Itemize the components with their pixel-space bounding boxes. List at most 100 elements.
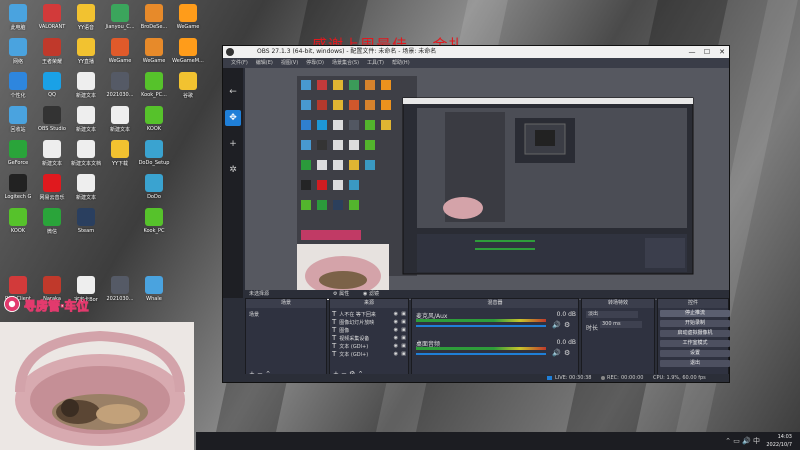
gear-icon[interactable]: ⚙	[564, 349, 570, 357]
menu-item[interactable]: 停靠(D)	[306, 58, 324, 68]
desktop-icon[interactable]: Kook_PC...	[136, 70, 172, 106]
desktop-icon[interactable]: BroDeSe...	[136, 2, 172, 38]
desktop-icon-label: DoDo	[147, 194, 161, 200]
desktop-icon[interactable]: 新建文本	[34, 138, 70, 174]
obs-window[interactable]: OBS 27.1.3 (64-bit, windows) - 配置文件: 未命名…	[222, 45, 730, 383]
desktop-icon[interactable]: 王者荣耀	[34, 36, 70, 72]
lock-icon[interactable]: ▣	[401, 334, 406, 342]
volume-slider[interactable]	[416, 353, 546, 355]
desktop-icon[interactable]: WeGame	[136, 36, 172, 72]
desktop-icon[interactable]: 个性化	[0, 70, 36, 106]
visibility-eye-icon[interactable]: ◉	[394, 318, 398, 326]
desktop-icon[interactable]: 新建文本	[102, 104, 138, 140]
control-button[interactable]: 启动虚拟摄像机	[660, 330, 730, 337]
desktop-icon-label: 2021030...	[106, 92, 134, 98]
add-icon[interactable]: +	[225, 136, 241, 152]
desktop-icon[interactable]: YY下载	[102, 138, 138, 174]
desktop-icon-label: Jianyou_C...	[105, 24, 135, 30]
scene-item[interactable]: 场景	[249, 311, 259, 318]
desktop-icon[interactable]: Whale	[136, 274, 172, 310]
minimize-icon[interactable]: —	[685, 46, 699, 58]
tray-clock[interactable]: 14:03 2022/10/7	[766, 433, 792, 449]
desktop-icon[interactable]: VALORANT	[34, 2, 70, 38]
menu-item[interactable]: 帮助(H)	[392, 58, 410, 68]
desktop-icon[interactable]: YY语音	[68, 2, 104, 38]
desktop-icon[interactable]: WeGame	[170, 2, 206, 38]
source-item[interactable]: T 图像幻灯片放映 ◉ ▣	[332, 318, 408, 326]
desktop-icon[interactable]: 新建文本	[68, 104, 104, 140]
desktop-icon[interactable]: KOOK	[136, 104, 172, 140]
desktop-icon[interactable]: DoDo_Setup	[136, 138, 172, 174]
maximize-icon[interactable]: ☐	[700, 46, 714, 58]
desktop-icon[interactable]: 新建文本文档	[68, 138, 104, 174]
source-item[interactable]: T 视频采集设备 ◉ ▣	[332, 334, 408, 342]
text-source-icon: T	[332, 342, 337, 350]
lock-icon[interactable]: ▣	[401, 326, 406, 334]
menu-item[interactable]: 文件(F)	[231, 58, 248, 68]
back-arrow-icon[interactable]: ←	[225, 84, 241, 100]
channel-db: 0.0 dB	[556, 339, 576, 346]
mixer-title: 混音器	[412, 299, 578, 308]
visibility-eye-icon[interactable]: ◉	[394, 334, 398, 342]
desktop-icon[interactable]: WeGameM...	[170, 36, 206, 72]
taskbar: ⌃ ▭ 🔊 中 14:03 2022/10/7	[196, 432, 800, 450]
control-button[interactable]: 退出	[660, 360, 730, 367]
preview-canvas[interactable]	[245, 68, 729, 300]
menu-item[interactable]: 工具(T)	[367, 58, 384, 68]
desktop-icon[interactable]: 网易云音乐	[34, 172, 70, 208]
desktop-banner: 寻房管·车位	[4, 296, 134, 314]
desktop-icon[interactable]: 此电脑	[0, 2, 36, 38]
desktop-icon[interactable]: QQ	[34, 70, 70, 106]
desktop-icon[interactable]: Jianyou_C...	[102, 2, 138, 38]
visibility-eye-icon[interactable]: ◉	[394, 350, 398, 358]
window-titlebar[interactable]: OBS 27.1.3 (64-bit, windows) - 配置文件: 未命名…	[223, 46, 729, 58]
speaker-icon[interactable]: 🔊	[552, 349, 561, 357]
desktop-icon[interactable]: 2021030...	[102, 70, 138, 106]
settings-gear-icon[interactable]: ✲	[225, 162, 241, 178]
desktop-icon-label: 回收站	[10, 127, 26, 133]
volume-slider[interactable]	[416, 325, 546, 327]
source-item[interactable]: T 人不在 等下回来 ◉ ▣	[332, 310, 408, 318]
menu-item[interactable]: 场景集合(S)	[332, 58, 359, 68]
gear-icon[interactable]: ⚙	[564, 321, 570, 329]
desktop-icon[interactable]: DoDo	[136, 172, 172, 208]
live-time: 00:30:38	[569, 375, 592, 381]
desktop-icon[interactable]: Logitech G	[0, 172, 36, 208]
lock-icon[interactable]: ▣	[401, 350, 406, 358]
speaker-icon[interactable]: 🔊	[552, 321, 561, 329]
menu-item[interactable]: 编辑(E)	[256, 58, 273, 68]
desktop-icon[interactable]: 回收站	[0, 104, 36, 140]
desktop-icon[interactable]: 微信	[34, 206, 70, 242]
visibility-eye-icon[interactable]: ◉	[394, 342, 398, 350]
desktop-icon[interactable]: Steam	[68, 206, 104, 242]
source-item[interactable]: T 文本 (GDI+) ◉ ▣	[332, 342, 408, 350]
desktop-icon[interactable]: WeGame	[102, 36, 138, 72]
lock-icon[interactable]: ▣	[401, 342, 406, 350]
app-icon	[77, 140, 95, 158]
control-button[interactable]: 开始录制	[660, 320, 730, 327]
desktop-icon[interactable]: KOOK	[0, 206, 36, 242]
source-item[interactable]: T 图像 ◉ ▣	[332, 326, 408, 334]
menu-item[interactable]: 视图(V)	[281, 58, 298, 68]
lock-icon[interactable]: ▣	[401, 310, 406, 318]
control-button[interactable]: 工作室模式	[660, 340, 730, 347]
desktop-icon[interactable]: 网络	[0, 36, 36, 72]
desktop-icon[interactable]: GeForce	[0, 138, 36, 174]
duration-input[interactable]: 300 ms	[600, 321, 642, 328]
desktop-icon[interactable]: 谷歌	[170, 70, 206, 106]
visibility-eye-icon[interactable]: ◉	[394, 326, 398, 334]
desktop-icon[interactable]: 新建文本	[68, 172, 104, 208]
desktop-icon[interactable]: OBS Studio	[34, 104, 70, 140]
desktop-icon[interactable]: 新建文本	[68, 70, 104, 106]
source-item[interactable]: T 文本 (GDI+) ◉ ▣	[332, 350, 408, 358]
control-button[interactable]: 停止推流	[660, 310, 730, 317]
transition-select[interactable]: 淡出	[586, 311, 638, 318]
desktop-icon[interactable]: YY直播	[68, 36, 104, 72]
lock-icon[interactable]: ▣	[401, 318, 406, 326]
desktop-icon[interactable]: Kook_PC	[136, 206, 172, 242]
close-icon[interactable]: ✕	[715, 46, 729, 58]
tray-icons[interactable]: ⌃ ▭ 🔊 中	[725, 436, 760, 446]
move-tool-icon[interactable]: ✥	[225, 110, 241, 126]
visibility-eye-icon[interactable]: ◉	[394, 310, 398, 318]
control-button[interactable]: 设置	[660, 350, 730, 357]
